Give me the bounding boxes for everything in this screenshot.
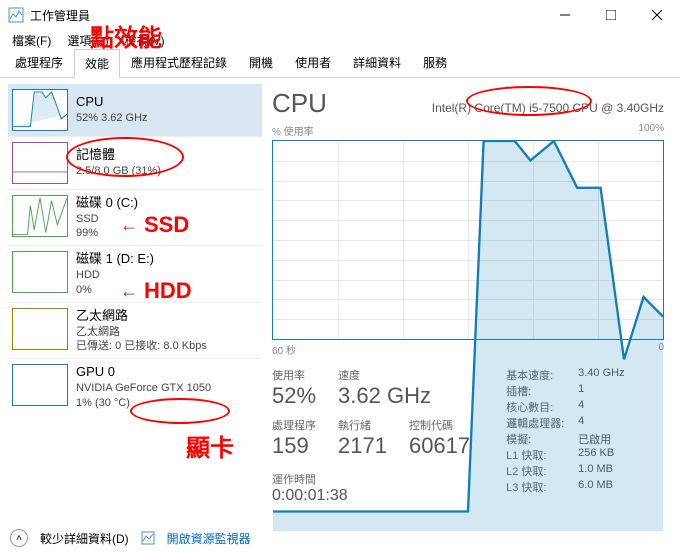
eth-sub2: 已傳送: 0 已接收: 8.0 Kbps	[76, 339, 207, 353]
tab-app-history[interactable]: 應用程式歷程記錄	[120, 48, 238, 77]
disk0-sub2: 99%	[76, 226, 138, 240]
tab-services[interactable]: 服務	[412, 48, 458, 77]
disk1-title: 磁碟 1 (D: E:)	[76, 251, 154, 268]
open-resmon-link[interactable]: 開啟資源監視器	[167, 530, 251, 547]
tab-startup[interactable]: 開機	[238, 48, 284, 77]
gpu-thumb	[12, 364, 68, 406]
window-title: 工作管理員	[30, 7, 542, 24]
cpu-usage-chart	[272, 140, 664, 340]
fewer-details-toggle[interactable]: ˄	[10, 529, 28, 547]
tab-processes[interactable]: 處理程序	[4, 48, 74, 77]
gpu-title: GPU 0	[76, 364, 211, 381]
menubar: 檔案(F) 選項(O) 檢視(V)	[0, 30, 680, 50]
memory-thumb	[12, 142, 68, 184]
disk0-title: 磁碟 0 (C:)	[76, 195, 138, 212]
eth-title: 乙太網路	[76, 308, 207, 325]
resmon-icon	[141, 531, 155, 545]
sidebar-item-cpu[interactable]: CPU 52% 3.62 GHz	[8, 84, 262, 136]
sidebar-item-disk1[interactable]: 磁碟 1 (D: E:) HDD 0%	[8, 245, 262, 301]
footer-bar: ˄ 較少詳細資料(D) 開啟資源監視器	[0, 524, 680, 552]
eth-thumb	[12, 308, 68, 350]
sidebar-item-gpu0[interactable]: GPU 0 NVIDIA GeForce GTX 1050 1% (30 °C)	[8, 358, 262, 414]
sidebar-item-disk0[interactable]: 磁碟 0 (C:) SSD 99%	[8, 189, 262, 245]
eth-sub1: 乙太網路	[76, 325, 207, 339]
disk0-sub1: SSD	[76, 212, 138, 226]
window-controls	[542, 0, 680, 30]
content-area: CPU 52% 3.62 GHz 記憶體 2.5/8.0 GB (31%) 磁碟…	[0, 78, 680, 524]
performance-sidebar: CPU 52% 3.62 GHz 記憶體 2.5/8.0 GB (31%) 磁碟…	[0, 78, 262, 524]
disk1-sub2: 0%	[76, 283, 154, 297]
cpu-sub: 52% 3.62 GHz	[76, 111, 148, 125]
disk0-thumb	[12, 195, 68, 237]
disk1-sub1: HDD	[76, 268, 154, 282]
cpu-thumb	[12, 89, 68, 131]
tab-users[interactable]: 使用者	[284, 48, 342, 77]
gpu-sub1: NVIDIA GeForce GTX 1050	[76, 381, 211, 395]
fewer-details-label[interactable]: 較少詳細資料(D)	[40, 530, 129, 547]
sidebar-item-memory[interactable]: 記憶體 2.5/8.0 GB (31%)	[8, 136, 262, 189]
app-icon	[8, 7, 24, 23]
disk1-thumb	[12, 251, 68, 293]
y-axis-label: % 使用率	[272, 123, 314, 138]
cpu-title: CPU	[76, 94, 148, 111]
maximize-button[interactable]	[588, 0, 634, 30]
minimize-button[interactable]	[542, 0, 588, 30]
titlebar: 工作管理員	[0, 0, 680, 30]
cpu-model-name: Intel(R) Core(TM) i5-7500 CPU @ 3.40GHz	[432, 101, 664, 115]
tab-performance[interactable]: 效能	[74, 49, 120, 78]
memory-title: 記憶體	[76, 147, 161, 164]
main-panel: CPU Intel(R) Core(TM) i5-7500 CPU @ 3.40…	[262, 78, 680, 524]
y-axis-max: 100%	[638, 123, 664, 138]
close-button[interactable]	[634, 0, 680, 30]
gpu-sub2: 1% (30 °C)	[76, 396, 211, 410]
main-heading: CPU	[272, 88, 327, 119]
tab-bar: 處理程序 效能 應用程式歷程記錄 開機 使用者 詳細資料 服務	[0, 50, 680, 78]
sidebar-item-ethernet[interactable]: 乙太網路 乙太網路 已傳送: 0 已接收: 8.0 Kbps	[8, 302, 262, 358]
memory-sub: 2.5/8.0 GB (31%)	[76, 164, 161, 178]
tab-details[interactable]: 詳細資料	[342, 48, 412, 77]
